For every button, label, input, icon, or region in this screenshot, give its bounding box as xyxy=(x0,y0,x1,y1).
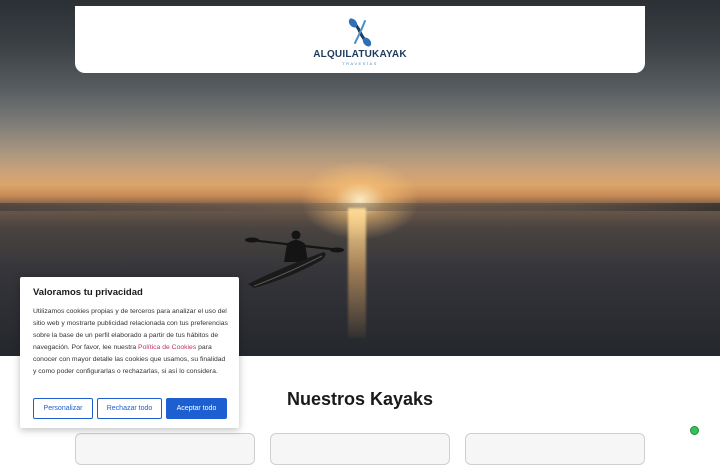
cookie-text: Utilizamos cookies propias y de terceros… xyxy=(33,306,228,378)
kayak-paddle-logo-icon[interactable] xyxy=(345,17,375,47)
logo-tagline: TRAVESÍAS xyxy=(342,61,378,66)
accept-all-button[interactable]: Aceptar todo xyxy=(166,398,227,419)
site-header: ALQUILATUKAYAK TRAVESÍAS xyxy=(75,6,645,73)
kayak-card[interactable] xyxy=(465,433,645,465)
logo-text[interactable]: ALQUILATUKAYAK xyxy=(313,49,407,60)
cookie-consent-dialog: Valoramos tu privacidad Utilizamos cooki… xyxy=(20,277,239,428)
kayak-card[interactable] xyxy=(270,433,450,465)
sun-reflection xyxy=(348,208,366,338)
kayak-card[interactable] xyxy=(75,433,255,465)
kayaker-silhouette xyxy=(245,230,344,288)
reject-all-button[interactable]: Rechazar todo xyxy=(97,398,162,419)
customize-button[interactable]: Personalizar xyxy=(33,398,93,419)
cookie-title: Valoramos tu privacidad xyxy=(33,287,143,298)
cookie-policy-link[interactable]: Política de Cookies xyxy=(138,344,196,351)
chat-widget-icon[interactable] xyxy=(690,426,699,435)
